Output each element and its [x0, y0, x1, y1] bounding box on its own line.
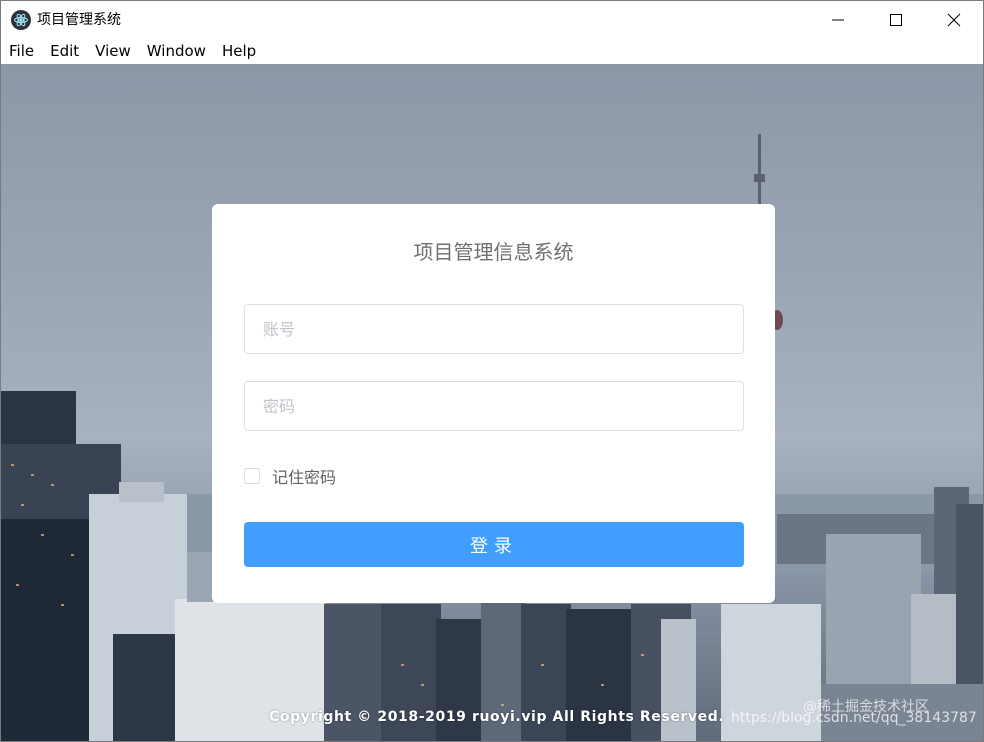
remember-checkbox[interactable]: [244, 468, 260, 484]
close-icon: [947, 13, 961, 27]
watermark-url: https://blog.csdn.net/qq_38143787: [731, 710, 977, 726]
menu-file[interactable]: File: [1, 39, 42, 64]
username-field[interactable]: [244, 304, 744, 354]
maximize-button[interactable]: [867, 1, 925, 39]
close-button[interactable]: [925, 1, 983, 39]
minimize-button[interactable]: [809, 1, 867, 39]
remember-label: 记住密码: [272, 468, 337, 487]
remember-password[interactable]: 记住密码: [244, 464, 336, 488]
login-title: 项目管理信息系统: [413, 240, 574, 264]
password-input[interactable]: [245, 382, 743, 430]
password-field[interactable]: [244, 381, 744, 431]
electron-atom-icon: [11, 10, 31, 30]
login-page: 项目管理信息系统 记住密码 登录 Copyright © 2018-2019 r…: [1, 64, 983, 741]
app-window: 项目管理系统 File Edit View Window Help 项目管理信息…: [0, 0, 984, 742]
menu-edit[interactable]: Edit: [42, 39, 87, 64]
menu-view[interactable]: View: [87, 39, 139, 64]
title-bar[interactable]: 项目管理系统: [1, 1, 983, 39]
menu-help[interactable]: Help: [214, 39, 264, 64]
minimize-icon: [832, 19, 844, 21]
login-button[interactable]: 登录: [244, 522, 744, 567]
username-input[interactable]: [245, 305, 743, 353]
copyright-text: Copyright © 2018-2019 ruoyi.vip All Righ…: [269, 709, 725, 725]
menu-bar: File Edit View Window Help: [1, 39, 983, 64]
login-card: 项目管理信息系统 记住密码 登录: [212, 204, 775, 603]
menu-window[interactable]: Window: [139, 39, 214, 64]
window-title: 项目管理系统: [37, 12, 121, 28]
maximize-icon: [890, 14, 902, 26]
